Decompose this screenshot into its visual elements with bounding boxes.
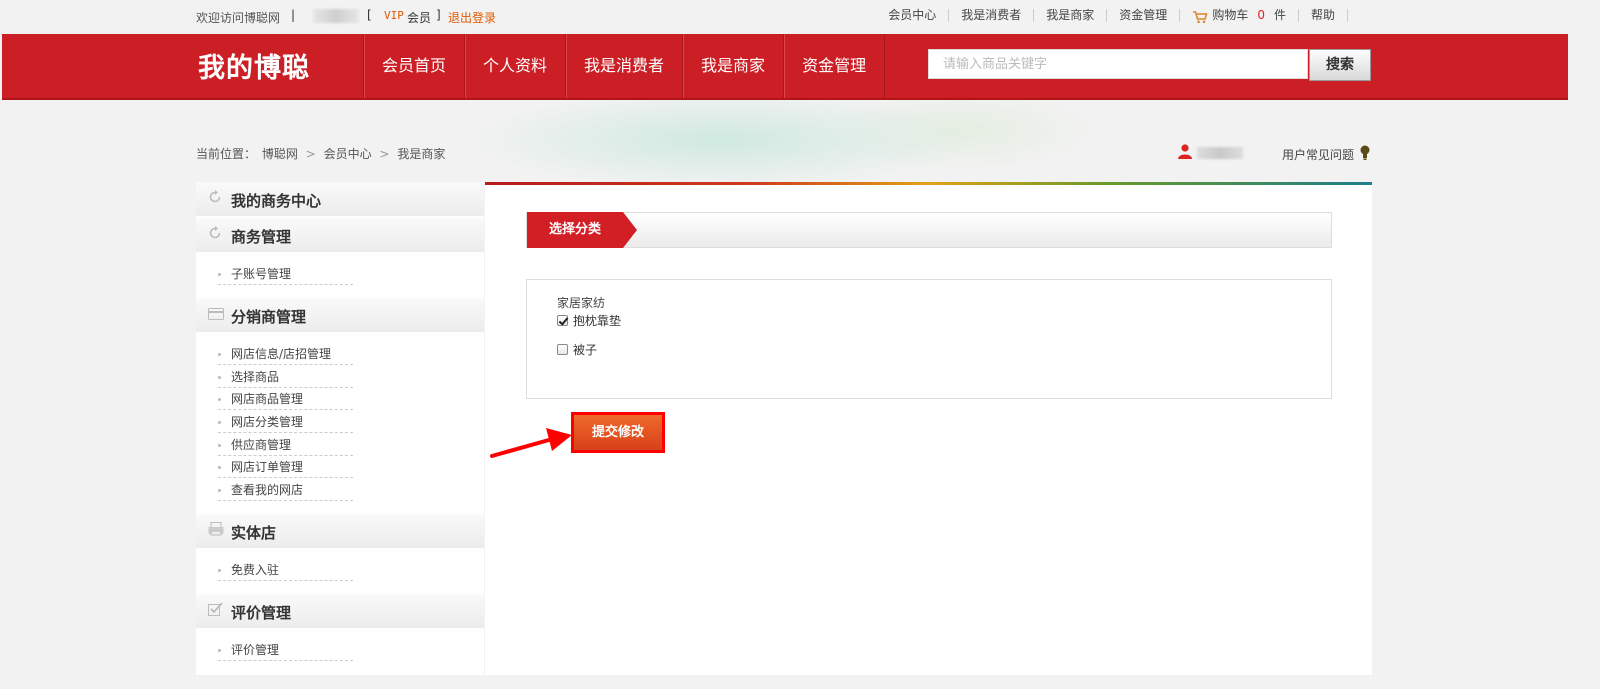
category-header-bar: 选择分类 bbox=[526, 212, 1332, 248]
logout-link[interactable]: 退出登录 bbox=[448, 9, 496, 26]
sidebar-item-suppliers[interactable]: 供应商管理 bbox=[218, 435, 353, 456]
open-bracket: [ bbox=[367, 8, 372, 22]
search-button[interactable]: 搜索 bbox=[1309, 49, 1371, 81]
sidebar-item-view-shop[interactable]: 查看我的网店 bbox=[218, 480, 353, 501]
nav-member-home[interactable]: 会员首页 bbox=[364, 34, 466, 98]
nav-consumer[interactable]: 我是消费者 bbox=[566, 34, 684, 98]
category-group-label: 家居家纺 bbox=[557, 296, 606, 310]
lightbulb-icon bbox=[1360, 145, 1370, 164]
username-blurred bbox=[1197, 146, 1243, 159]
breadcrumb-separator: > bbox=[305, 147, 316, 161]
banner-decoration bbox=[0, 100, 1568, 182]
faq-link[interactable]: 用户常见问题 bbox=[1282, 145, 1370, 164]
printer-icon bbox=[208, 522, 224, 536]
checkmark-icon bbox=[208, 602, 223, 616]
breadcrumb-separator: > bbox=[379, 147, 390, 161]
sidebar-section-distributor-mgmt[interactable]: 分销商管理 bbox=[196, 298, 484, 332]
toplink-member-center[interactable]: 会员中心 bbox=[876, 9, 950, 22]
sidebar-item-shop-categories[interactable]: 网店分类管理 bbox=[218, 412, 353, 433]
breadcrumb-label: 当前位置： bbox=[196, 147, 257, 161]
cart-unit: 件 bbox=[1273, 8, 1286, 22]
checkbox-checked[interactable] bbox=[557, 315, 568, 326]
decorative-stripe bbox=[485, 182, 1372, 185]
nav-merchant[interactable]: 我是商家 bbox=[683, 34, 785, 98]
top-links: 会员中心 我是消费者 我是商家 资金管理 购物车 0 件 帮助 bbox=[876, 8, 1348, 23]
sidebar-item-shop-orders[interactable]: 网店订单管理 bbox=[218, 457, 353, 478]
category-option[interactable]: 抱枕靠垫 bbox=[557, 312, 621, 329]
sidebar-item-sub-accounts[interactable]: 子账号管理 bbox=[218, 264, 353, 285]
nav-funds[interactable]: 资金管理 bbox=[784, 34, 886, 98]
sidebar-section-business-mgmt[interactable]: 商务管理 bbox=[196, 218, 484, 252]
sidebar-item-free-join[interactable]: 免费入驻 bbox=[218, 560, 353, 581]
breadcrumb-item-merchant[interactable]: 我是商家 bbox=[397, 147, 445, 161]
sidebar-section-physical-store[interactable]: 实体店 bbox=[196, 514, 484, 548]
username-blurred bbox=[313, 9, 359, 23]
toplink-help[interactable]: 帮助 bbox=[1299, 9, 1348, 22]
sidebar-item-shop-products[interactable]: 网店商品管理 bbox=[218, 389, 353, 410]
faq-label: 用户常见问题 bbox=[1282, 148, 1355, 162]
nav-profile[interactable]: 个人资料 bbox=[465, 34, 567, 98]
refresh-icon bbox=[208, 190, 222, 204]
main-content: 选择分类 家居家纺 抱枕靠垫 被子 提交修改 bbox=[485, 182, 1372, 675]
section-title: 实体店 bbox=[231, 524, 277, 542]
category-option[interactable]: 被子 bbox=[557, 341, 597, 358]
section-title: 分销商管理 bbox=[231, 308, 307, 326]
toplink-funds[interactable]: 资金管理 bbox=[1107, 9, 1181, 22]
separator: | bbox=[291, 8, 296, 22]
search-bar: 请输入商品关键字 搜索 bbox=[928, 49, 1371, 81]
refresh-icon bbox=[208, 226, 222, 240]
cart-icon bbox=[1192, 10, 1208, 23]
search-input[interactable]: 请输入商品关键字 bbox=[928, 49, 1308, 79]
sidebar-section-reviews[interactable]: 评价管理 bbox=[196, 594, 484, 628]
header: 我的博聪 会员首页 个人资料 我是消费者 我是商家 资金管理 请输入商品关键字 … bbox=[2, 34, 1568, 100]
logo[interactable]: 我的博聪 bbox=[198, 46, 310, 85]
option-label: 被子 bbox=[573, 343, 598, 357]
checkbox-unchecked[interactable] bbox=[557, 344, 568, 355]
submit-button[interactable]: 提交修改 bbox=[571, 412, 665, 453]
option-label: 抱枕靠垫 bbox=[573, 314, 622, 328]
close-bracket: ] bbox=[436, 8, 441, 22]
toplink-merchant[interactable]: 我是商家 bbox=[1034, 9, 1108, 22]
card-icon bbox=[208, 306, 224, 320]
sidebar-item-shop-info[interactable]: 网店信息/店招管理 bbox=[218, 344, 353, 365]
main-nav: 会员首页 个人资料 我是消费者 我是商家 资金管理 bbox=[363, 34, 886, 98]
category-box: 家居家纺 抱枕靠垫 被子 bbox=[526, 279, 1332, 399]
user-info[interactable] bbox=[1177, 143, 1243, 162]
cart-label: 购物车 bbox=[1212, 8, 1249, 22]
category-tab: 选择分类 bbox=[527, 212, 637, 248]
cart-link[interactable]: 购物车 0 件 bbox=[1180, 8, 1299, 23]
sidebar-item-review-mgmt[interactable]: 评价管理 bbox=[218, 640, 353, 661]
top-bar: 欢迎访问博聪网 | [ VIP 会员 ] 退出登录 会员中心 我是消费者 我是商… bbox=[0, 0, 1568, 34]
annotation-arrow-icon bbox=[490, 428, 572, 458]
welcome-text: 欢迎访问博聪网 bbox=[196, 11, 281, 25]
section-title: 评价管理 bbox=[231, 604, 292, 622]
toplink-consumer[interactable]: 我是消费者 bbox=[949, 9, 1035, 22]
breadcrumb: 当前位置： 博聪网 > 会员中心 > 我是商家 bbox=[196, 145, 445, 162]
member-label: 会员 bbox=[407, 11, 432, 25]
section-title: 我的商务中心 bbox=[231, 192, 322, 210]
sidebar-section-business-center[interactable]: 我的商务中心 bbox=[196, 182, 484, 216]
user-icon bbox=[1177, 143, 1193, 162]
vip-label: VIP bbox=[384, 9, 404, 22]
breadcrumb-item-home[interactable]: 博聪网 bbox=[262, 147, 298, 161]
sidebar: 我的商务中心 商务管理 子账号管理 分销商管理 网店信息/店招管理 选择商品 网… bbox=[196, 182, 484, 675]
cart-count: 0 bbox=[1257, 8, 1265, 22]
breadcrumb-item-member-center[interactable]: 会员中心 bbox=[324, 147, 372, 161]
section-title: 商务管理 bbox=[231, 228, 292, 246]
sidebar-item-select-products[interactable]: 选择商品 bbox=[218, 367, 353, 388]
